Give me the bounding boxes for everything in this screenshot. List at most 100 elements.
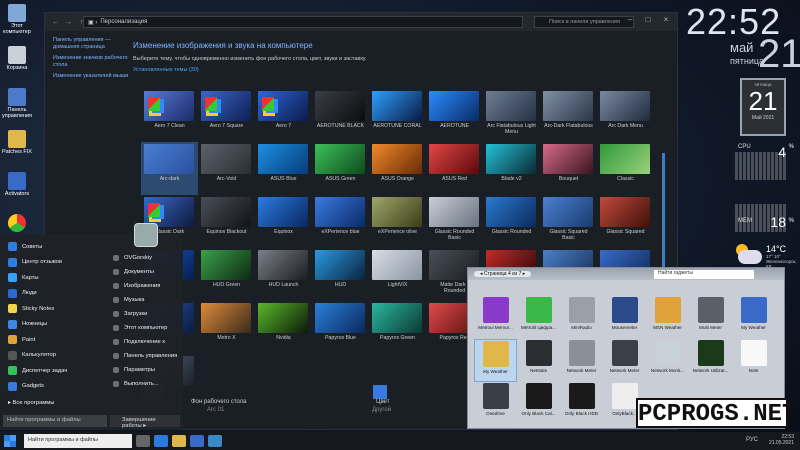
theme-item[interactable]: Glassic Squared [597,195,654,248]
gallery-pager[interactable]: ◂ Страница 4 из 7 ▸ [474,271,532,277]
start-program-item[interactable]: Люди [8,288,37,298]
start-place-item[interactable]: Этот компьютер [113,325,167,331]
memory-meter-gadget[interactable]: МЕМ 18 % [732,194,796,240]
explorer-icon[interactable] [172,435,186,447]
gadget-item[interactable]: Metrotil Цифра... [517,296,560,339]
theme-item[interactable]: ASUS Blue [255,142,312,195]
gadget-item[interactable]: Only Black Cal... [517,382,560,425]
back-arrow-icon[interactable]: ← [51,18,60,27]
theme-item[interactable]: Classic [597,142,654,195]
gadget-item[interactable]: Network Utilizat... [689,339,732,382]
theme-item[interactable]: eXPerience blue [312,195,369,248]
desktop-icon-computer[interactable]: Этот компьютер [1,4,33,35]
start-program-item[interactable]: Paint [8,335,35,344]
start-place-item[interactable]: Загрузки [113,311,147,317]
wallpaper-label[interactable]: Фон рабочего стола [191,399,246,405]
gadget-item[interactable]: Metroui Memor... [474,296,517,339]
theme-item[interactable]: Equinox Blackout [198,195,255,248]
close-button[interactable]: × [657,13,675,27]
theme-item[interactable]: Arc Dark Menu [597,89,654,142]
theme-item[interactable]: Glassic Squared Basic [540,195,597,248]
start-program-item[interactable]: Советы [8,242,42,251]
desktop-icon-activators[interactable]: Activators [1,172,33,197]
theme-item[interactable]: ASUS Red [426,142,483,195]
theme-item[interactable]: LightVIX [369,248,426,301]
desktop-icon-patches[interactable]: Patches FIX [1,130,33,155]
theme-item[interactable]: Aero 7 Square [198,89,255,142]
maximize-button[interactable]: □ [639,13,657,27]
gadget-item[interactable]: Mousemeter [603,296,646,339]
gadget-item[interactable]: Netstats [517,339,560,382]
gadget-item[interactable]: Note [732,339,775,382]
desktop-icon-recycle-bin[interactable]: Корзина [1,46,33,71]
color-swatch[interactable] [373,385,387,399]
theme-item[interactable]: Metro X [198,301,255,354]
start-program-item[interactable]: Карты [8,273,39,282]
gallery-search-input[interactable]: Найти гаджеты [654,270,754,279]
theme-item[interactable]: Glassic Rounded [483,195,540,248]
theme-item[interactable]: Equinox [255,195,312,248]
search-input[interactable]: Поиск в панели управления [534,16,634,28]
shutdown-button[interactable]: Завершение работы ▸ [110,415,180,429]
start-program-item[interactable]: Центр отзывов [8,257,62,267]
gadget-item[interactable]: Only Black HDD [560,382,603,425]
start-place-item[interactable]: Изображения [113,283,160,289]
start-program-item[interactable]: Диспетчер задач [8,366,67,375]
gadget-item[interactable]: My Weather [474,339,517,382]
gadget-item[interactable]: MSN Weather [646,296,689,339]
gadget-item[interactable]: Onedrive [474,382,517,425]
section-installed-themes[interactable]: Установленные темы (30) [133,67,663,73]
theme-item[interactable]: Arc-dark [141,142,198,195]
task-view-icon[interactable] [136,435,150,447]
gadget-item[interactable]: Multi Meter [689,296,732,339]
start-button[interactable] [4,435,16,447]
theme-item[interactable]: Blade v2 [483,142,540,195]
start-program-item[interactable]: Gadgets [8,381,44,391]
user-avatar[interactable] [134,223,158,247]
start-place-item[interactable]: Параметры [113,367,155,373]
forward-arrow-icon[interactable]: → [64,18,73,27]
start-program-item[interactable]: Калькулятор [8,350,56,360]
theme-item[interactable]: Papyros Green [369,301,426,354]
nav-link-mouse-pointers[interactable]: Изменение указателей мыши [53,73,133,80]
gadget-item[interactable]: Network Monit... [646,339,689,382]
theme-item[interactable]: Arc Flatabulous Light Menu [483,89,540,142]
start-place-item[interactable]: Панель управления [113,353,177,359]
nav-link-desktop-icons[interactable]: Изменение значков рабочего стола [53,55,133,68]
gadget-item[interactable]: My Weather [732,296,775,339]
theme-item[interactable]: Aero 7 [255,89,312,142]
start-place-item[interactable]: Выполнить... [113,381,159,387]
gadget-item[interactable]: Network Meter [560,339,603,382]
start-place-item[interactable]: Подключение к [113,339,165,345]
taskbar-search-input[interactable]: Найти программы и файлы [24,434,132,448]
cpu-meter-gadget[interactable]: CPU 4 % [732,142,796,188]
control-panel-taskbar-icon[interactable] [208,435,222,447]
start-place-item[interactable]: OVGorskiy [113,255,152,261]
theme-item[interactable]: Glassic Rounded Basic [426,195,483,248]
theme-item[interactable]: AEROTUNE [426,89,483,142]
theme-item[interactable]: Papyros Blue [312,301,369,354]
start-place-item[interactable]: Документы [113,269,154,275]
language-indicator[interactable]: РУС [746,437,758,443]
edge-icon[interactable] [154,435,168,447]
theme-item[interactable]: Nvidia [255,301,312,354]
tray-clock[interactable]: 22:53 21.05.2021 [769,434,794,446]
minimize-button[interactable]: – [621,13,639,27]
theme-item[interactable]: ASUS Green [312,142,369,195]
color-label[interactable]: Цвет [376,399,389,405]
address-bar[interactable]: ▣ › Персонализация [83,16,523,28]
theme-item[interactable]: AEROTUNE CORAL [369,89,426,142]
store-icon[interactable] [190,435,204,447]
theme-item[interactable]: ASUS Orange [369,142,426,195]
gadget-item[interactable]: MiniRadio [560,296,603,339]
theme-item[interactable]: Bouquet [540,142,597,195]
theme-item[interactable]: Arc-Void [198,142,255,195]
desktop-icon-chrome[interactable] [1,214,33,233]
theme-item[interactable]: HUD Launch [255,248,312,301]
start-place-item[interactable]: Музыка [113,297,145,303]
desktop-icon-control-panel[interactable]: Панель управления [1,88,33,119]
theme-item[interactable]: Arc-Dark Flatabulous [540,89,597,142]
theme-item[interactable]: AEROTUNE BLACK [312,89,369,142]
start-search-input[interactable]: Найти программы и файлы [3,415,107,427]
theme-item[interactable]: eXPerience olive [369,195,426,248]
